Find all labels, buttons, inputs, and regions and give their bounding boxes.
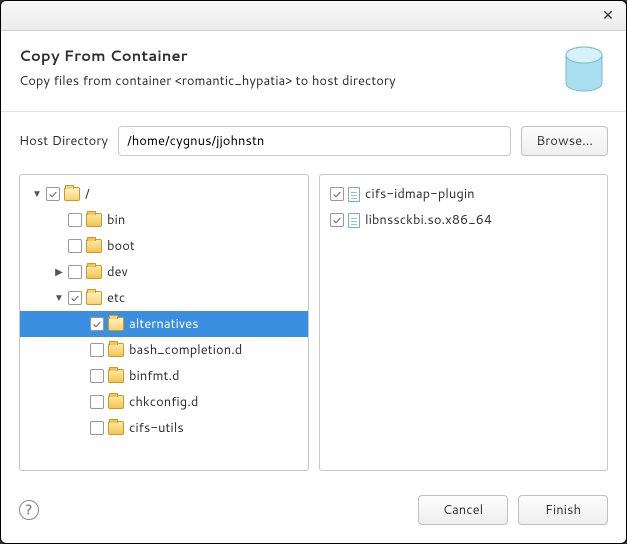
dialog-header: Copy From Container Copy files from cont… xyxy=(1,31,626,112)
browse-button[interactable]: Browse... xyxy=(521,126,608,156)
tree-row[interactable]: boot xyxy=(20,233,308,259)
cancel-button[interactable]: Cancel xyxy=(418,495,508,525)
tree-row[interactable]: chkconfig.d xyxy=(20,389,308,415)
checkbox[interactable] xyxy=(68,239,82,253)
checkbox[interactable] xyxy=(46,187,60,201)
checkbox[interactable] xyxy=(68,291,82,305)
button-bar: ? Cancel Finish xyxy=(1,483,626,543)
tree-row-label: binfmt.d xyxy=(129,367,180,385)
folder-closed-icon xyxy=(86,265,102,279)
dialog-title: Copy From Container xyxy=(19,45,550,66)
checkbox[interactable] xyxy=(330,213,344,227)
file-list-pane[interactable]: cifs-idmap-plugin libnssckbi.so.x86_64 xyxy=(319,174,608,471)
folder-closed-icon xyxy=(86,239,102,253)
tree-row-label: bin xyxy=(107,211,125,229)
tree-row-label: bash_completion.d xyxy=(129,341,242,359)
expander-spacer xyxy=(74,369,88,383)
container-icon xyxy=(560,45,608,97)
checkbox[interactable] xyxy=(68,265,82,279)
file-row[interactable]: libnssckbi.so.x86_64 xyxy=(320,207,607,233)
tree-row[interactable]: alternatives xyxy=(20,311,308,337)
dialog-window: ✕ Copy From Container Copy files from co… xyxy=(0,0,627,544)
folder-tree-pane[interactable]: ▼/binboot▶dev▼etcalternativesbash_comple… xyxy=(19,174,309,471)
tree-row-label: cifs-utils xyxy=(129,419,184,437)
file-icon xyxy=(348,213,360,228)
checkbox[interactable] xyxy=(90,421,104,435)
tree-row[interactable]: bash_completion.d xyxy=(20,337,308,363)
file-icon xyxy=(348,187,360,202)
tree-row[interactable]: binfmt.d xyxy=(20,363,308,389)
folder-closed-icon xyxy=(108,343,124,357)
file-row[interactable]: cifs-idmap-plugin xyxy=(320,181,607,207)
tree-row[interactable]: ▶ dev xyxy=(20,259,308,285)
tree-row[interactable]: ▼/ xyxy=(20,181,308,207)
checkbox[interactable] xyxy=(330,187,344,201)
folder-closed-icon xyxy=(108,369,124,383)
close-icon[interactable]: ✕ xyxy=(598,5,618,25)
host-directory-label: Host Directory xyxy=(19,132,108,150)
tree-row-label: etc xyxy=(107,289,125,307)
chevron-right-icon[interactable]: ▶ xyxy=(52,265,66,279)
tree-row-label: dev xyxy=(107,263,128,281)
tree-row-label: / xyxy=(85,185,90,203)
checkbox[interactable] xyxy=(90,317,104,331)
host-directory-row: Host Directory Browse... xyxy=(1,112,626,164)
titlebar: ✕ xyxy=(1,1,626,31)
expander-spacer xyxy=(74,317,88,331)
tree-row-label: boot xyxy=(107,237,135,255)
file-row-label: cifs-idmap-plugin xyxy=(365,185,475,203)
file-row-label: libnssckbi.so.x86_64 xyxy=(365,211,492,229)
help-icon[interactable]: ? xyxy=(19,500,39,520)
finish-button[interactable]: Finish xyxy=(518,495,608,525)
expander-spacer xyxy=(74,343,88,357)
tree-row-label: chkconfig.d xyxy=(129,393,198,411)
host-directory-input[interactable] xyxy=(118,126,511,156)
folder-open-icon xyxy=(86,291,102,305)
expander-spacer xyxy=(74,395,88,409)
folder-closed-icon xyxy=(86,213,102,227)
checkbox[interactable] xyxy=(90,343,104,357)
folder-open-icon xyxy=(108,317,124,331)
expander-spacer xyxy=(52,239,66,253)
folder-open-icon xyxy=(64,187,80,201)
folder-closed-icon xyxy=(108,395,124,409)
expander-spacer xyxy=(52,213,66,227)
tree-row[interactable]: cifs-utils xyxy=(20,415,308,441)
panes: ▼/binboot▶dev▼etcalternativesbash_comple… xyxy=(1,164,626,483)
checkbox[interactable] xyxy=(90,395,104,409)
folder-closed-icon xyxy=(108,421,124,435)
tree-row[interactable]: ▼ etc xyxy=(20,285,308,311)
expander-spacer xyxy=(74,421,88,435)
tree-row-label: alternatives xyxy=(129,315,199,333)
chevron-down-icon[interactable]: ▼ xyxy=(52,291,66,305)
tree-row[interactable]: bin xyxy=(20,207,308,233)
checkbox[interactable] xyxy=(90,369,104,383)
dialog-subtitle: Copy files from container <romantic_hypa… xyxy=(19,72,550,90)
checkbox[interactable] xyxy=(68,213,82,227)
chevron-down-icon[interactable]: ▼ xyxy=(30,187,44,201)
